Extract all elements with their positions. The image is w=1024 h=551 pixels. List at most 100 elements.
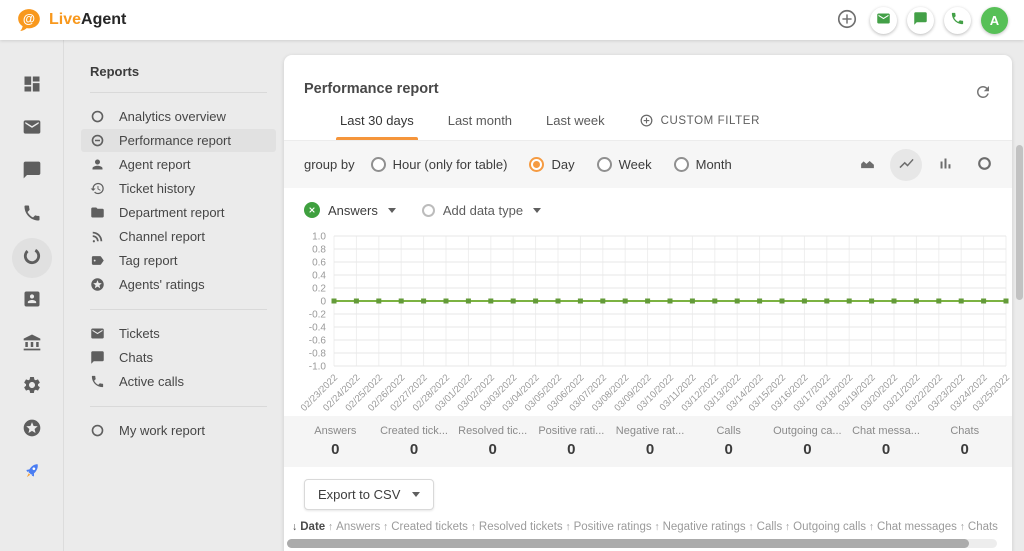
radio-hour-only-for-table-[interactable]: Hour (only for table) [371,157,508,172]
column-header-date[interactable]: ↓Date [292,521,325,533]
rail-item-reports[interactable] [12,238,52,278]
chevron-down-icon[interactable] [388,208,396,213]
liveagent-logo[interactable]: @ LiveAgent [16,7,126,33]
add-data-type-dropdown[interactable]: Add data type [443,203,523,218]
column-header-answers[interactable]: ↑Answers [328,521,380,533]
sidebar-item-ticket-history[interactable]: Ticket history [81,177,276,200]
sidebar-item-active-calls[interactable]: Active calls [81,370,276,393]
chevron-down-icon[interactable] [533,208,541,213]
vertical-scrollbar-thumb[interactable] [1016,145,1023,300]
chat-icon [90,350,105,365]
rail-item-settings[interactable] [12,367,52,407]
stat-value: 0 [375,441,454,458]
radio-month[interactable]: Month [674,157,732,172]
chat-icon [22,160,42,185]
sidebar-item-agent-report[interactable]: Agent report [81,153,276,176]
radio-week[interactable]: Week [597,157,652,172]
rail-item-addons[interactable] [12,410,52,450]
sort-up-icon: ↑ [565,521,570,533]
remove-series-icon[interactable] [304,202,320,218]
tab-label: Last week [546,113,605,128]
history-icon [90,181,105,196]
sort-up-icon: ↑ [383,521,388,533]
area-chart-button[interactable] [851,149,883,181]
tickets-button[interactable] [870,7,897,34]
tab-last-30-days[interactable]: Last 30 days [340,113,414,140]
divider [90,406,267,407]
sort-up-icon: ↑ [328,521,333,533]
column-header-calls[interactable]: ↑Calls [748,521,782,533]
svg-text:-0.4: -0.4 [309,323,327,334]
rail-item-calls[interactable] [12,195,52,235]
donut-icon [22,246,42,271]
user-avatar[interactable]: A [981,7,1008,34]
tab-custom-filter[interactable]: CUSTOM FILTER [639,113,760,140]
stat-answers: Answers0 [296,425,375,458]
rail-item-dashboard[interactable] [12,66,52,106]
column-header-created-tickets[interactable]: ↑Created tickets [383,521,468,533]
radio-circle-icon[interactable] [371,157,386,172]
radio-label: Month [696,157,732,172]
stat-resolved-tic-: Resolved tic...0 [453,425,532,458]
rail-item-contacts[interactable] [12,281,52,321]
column-header-negative-ratings[interactable]: ↑Negative ratings [654,521,745,533]
sidebar-item-chats[interactable]: Chats [81,346,276,369]
export-to-csv-button[interactable]: Export to CSV [304,479,434,510]
column-header-chats[interactable]: ↑Chats [960,521,998,533]
chart-type-buttons [851,149,1000,181]
sidebar-item-label: Tickets [119,326,160,341]
radio-day[interactable]: Day [529,157,574,172]
column-header-outgoing-calls[interactable]: ↑Outgoing calls [785,521,866,533]
svg-text:0.4: 0.4 [312,271,326,282]
sidebar-item-department-report[interactable]: Department report [81,201,276,224]
rail-item-academy[interactable] [12,324,52,364]
svg-text:0.6: 0.6 [312,258,326,269]
sidebar-item-channel-report[interactable]: Channel report [81,225,276,248]
column-label: Chat messages [877,521,957,533]
sidebar-item-my-work-report[interactable]: My work report [81,419,276,442]
calls-button[interactable] [944,7,971,34]
stat-label: Chats [925,425,1004,437]
radio-circle-icon[interactable] [674,157,689,172]
plus-circle-icon [836,8,858,33]
horizontal-scrollbar-thumb[interactable] [287,539,969,548]
add-data-type-circle-icon[interactable] [422,204,435,217]
series-dropdown[interactable]: Answers [328,203,378,218]
column-header-chat-messages[interactable]: ↑Chat messages [869,521,957,533]
sidebar-item-agents-ratings[interactable]: Agents' ratings [81,273,276,296]
radio-circle-icon[interactable] [597,157,612,172]
sidebar-section: My work report [90,419,267,442]
horizontal-scrollbar[interactable] [287,539,997,548]
svg-text:0: 0 [320,297,326,308]
sidebar-title: Reports [90,64,267,79]
phone-icon [22,203,42,228]
radio-circle-icon[interactable] [529,157,544,172]
sidebar-item-analytics-overview[interactable]: Analytics overview [81,105,276,128]
stat-value: 0 [532,441,611,458]
sidebar-item-performance-report[interactable]: Performance report [81,129,276,152]
rail-item-chats[interactable] [12,152,52,192]
column-header-positive-ratings[interactable]: ↑Positive ratings [565,521,651,533]
refresh-button[interactable] [974,83,992,104]
bar-chart-button[interactable] [929,149,961,181]
person-icon [90,157,105,172]
svg-text:@: @ [23,12,35,26]
sort-up-icon: ↑ [960,521,965,533]
rail-item-getting-started[interactable] [12,453,52,493]
add-button[interactable] [833,7,860,34]
sort-down-icon: ↓ [292,521,297,533]
tab-last-week[interactable]: Last week [546,113,605,140]
tag-icon [90,253,105,268]
tab-last-month[interactable]: Last month [448,113,512,140]
column-label: Calls [757,521,783,533]
donut-chart-icon [976,155,993,175]
stat-value: 0 [847,441,926,458]
bar-chart-icon [937,155,954,175]
column-header-resolved-tickets[interactable]: ↑Resolved tickets [471,521,563,533]
donut-chart-button[interactable] [968,149,1000,181]
sidebar-item-tag-report[interactable]: Tag report [81,249,276,272]
line-chart-button[interactable] [890,149,922,181]
sidebar-item-tickets[interactable]: Tickets [81,322,276,345]
chats-button[interactable] [907,7,934,34]
rail-item-tickets[interactable] [12,109,52,149]
